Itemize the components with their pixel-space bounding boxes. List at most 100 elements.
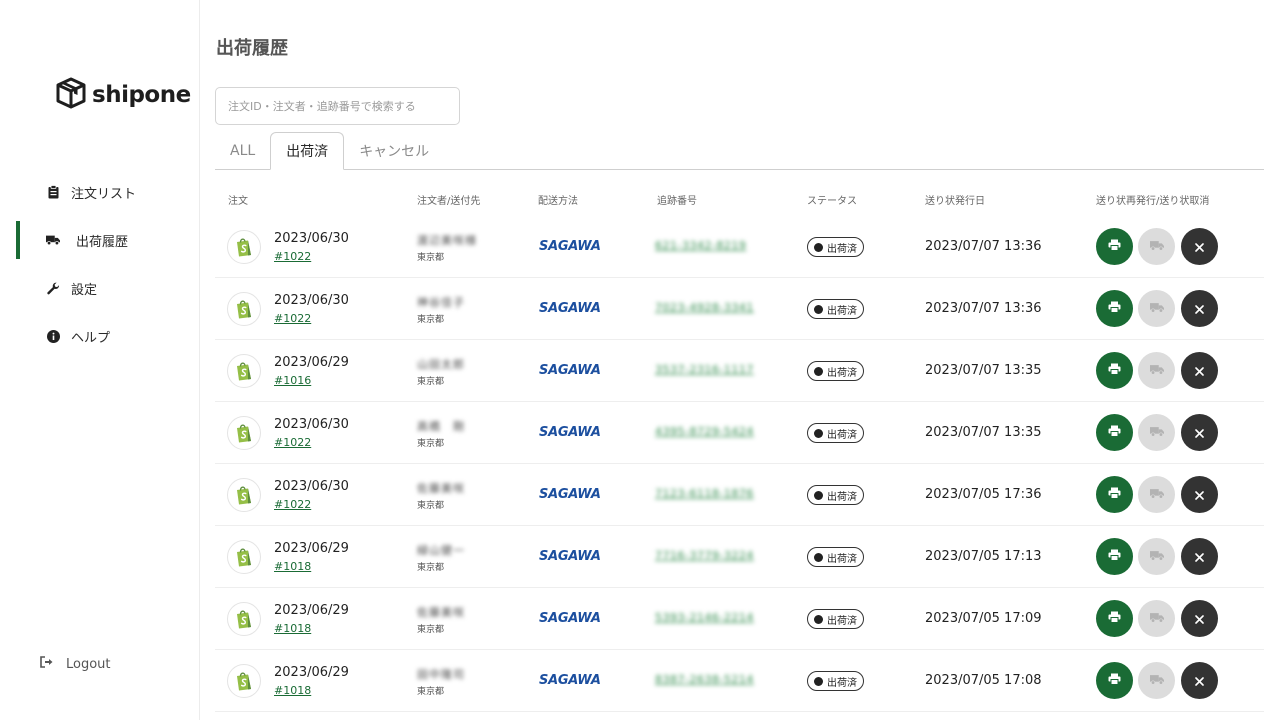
customer-name: 神谷佳子 — [417, 296, 465, 309]
status-badge: 出荷済 — [807, 609, 864, 629]
order-id-link[interactable]: #1018 — [274, 622, 311, 635]
tracking-number-link[interactable]: 3537-2316-1117 — [655, 363, 754, 376]
printer-icon — [1108, 549, 1121, 564]
cancel-label-button[interactable] — [1181, 600, 1218, 637]
cancel-label-button[interactable] — [1181, 290, 1218, 327]
search-input[interactable] — [215, 87, 460, 125]
tab-all[interactable]: ALL — [215, 132, 270, 169]
status-badge: 出荷済 — [807, 361, 864, 381]
ship-button-disabled[interactable] — [1138, 352, 1175, 389]
customer-name: 渡辺美咲様 — [417, 234, 477, 247]
reissue-label-button[interactable] — [1096, 476, 1133, 513]
tracking-number-link[interactable]: 621-3342-8219 — [655, 239, 746, 252]
sidebar-item-help[interactable]: ヘルプ — [0, 312, 199, 360]
tracking-number-link[interactable]: 5393-2146-2214 — [655, 611, 754, 624]
cancel-label-button[interactable] — [1181, 228, 1218, 265]
printer-icon — [1108, 239, 1121, 254]
status-dot-icon — [814, 490, 823, 500]
status-label: 出荷済 — [827, 553, 857, 565]
carrier-logo: SAGAWA — [539, 487, 601, 502]
shopify-bag-icon — [227, 292, 261, 326]
status-dot-icon — [814, 428, 823, 438]
printer-icon — [1108, 487, 1121, 502]
ship-button-disabled[interactable] — [1138, 600, 1175, 637]
issued-date: 2023/07/05 17:08 — [925, 673, 1042, 688]
sidebar-item-label: ヘルプ — [71, 330, 111, 346]
tracking-number-link[interactable]: 4395-8729-5424 — [655, 425, 754, 438]
tab-shipped[interactable]: 出荷済 — [270, 132, 345, 170]
sidebar-item-label: 出荷履歴 — [76, 234, 129, 250]
info-icon — [46, 329, 60, 343]
status-label: 出荷済 — [827, 677, 857, 689]
tab-bar: ALL 出荷済 キャンセル — [215, 132, 1264, 170]
cancel-label-button[interactable] — [1181, 662, 1218, 699]
truck-icon — [1149, 611, 1164, 626]
reissue-label-button[interactable] — [1096, 538, 1133, 575]
table-header: 注文 注文者/送付先 配送方法 追跡番号 ステータス 送り状発行日 送り状再発行… — [215, 186, 1264, 210]
status-dot-icon — [814, 676, 823, 686]
order-id-link[interactable]: #1018 — [274, 684, 311, 697]
order-id-link[interactable]: #1016 — [274, 374, 311, 387]
tracking-number-link[interactable]: 8387-2638-5214 — [655, 673, 754, 686]
close-icon — [1195, 549, 1204, 565]
sidebar-item-order-list[interactable]: 注文リスト — [0, 168, 199, 216]
shopify-bag-icon — [227, 478, 261, 512]
cancel-label-button[interactable] — [1181, 414, 1218, 451]
printer-icon — [1108, 425, 1121, 440]
order-id-link[interactable]: #1018 — [274, 560, 311, 573]
ship-button-disabled[interactable] — [1138, 662, 1175, 699]
cancel-label-button[interactable] — [1181, 538, 1218, 575]
reissue-label-button[interactable] — [1096, 414, 1133, 451]
order-date: 2023/06/30 — [274, 479, 349, 494]
sidebar-item-shipping-history[interactable]: 出荷履歴 — [0, 216, 199, 264]
carrier-logo: SAGAWA — [539, 611, 601, 626]
customer-name: 佐藤美咲 — [417, 482, 465, 495]
customer-name: 田中隆司 — [417, 668, 465, 681]
shopify-bag-icon — [227, 540, 261, 574]
order-id-link[interactable]: #1022 — [274, 250, 311, 263]
truck-icon — [46, 233, 60, 247]
sidebar-item-settings[interactable]: 設定 — [0, 264, 199, 312]
reissue-label-button[interactable] — [1096, 290, 1133, 327]
ship-button-disabled[interactable] — [1138, 290, 1175, 327]
reissue-label-button[interactable] — [1096, 600, 1133, 637]
truck-icon — [1149, 487, 1164, 502]
sidebar-nav: 注文リスト 出荷履歴 設定 ヘルプ — [0, 168, 199, 360]
close-icon — [1195, 611, 1204, 627]
order-id-link[interactable]: #1022 — [274, 498, 311, 511]
ship-button-disabled[interactable] — [1138, 414, 1175, 451]
reissue-label-button[interactable] — [1096, 662, 1133, 699]
carrier-logo: SAGAWA — [539, 363, 601, 378]
customer-prefecture: 東京都 — [417, 687, 445, 697]
table-row: 2023/06/30 #1022 高橋 剛 東京都 SAGAWA 4395-87… — [215, 402, 1264, 464]
logout-button[interactable]: Logout — [40, 656, 111, 672]
status-badge: 出荷済 — [807, 485, 864, 505]
order-date: 2023/06/30 — [274, 417, 349, 432]
logo-text: shipone — [92, 82, 191, 108]
logo[interactable]: shipone — [54, 76, 191, 114]
shipment-table-body: 2023/06/30 #1022 渡辺美咲様 東京都 SAGAWA 621-33… — [215, 216, 1264, 712]
customer-prefecture: 東京都 — [417, 501, 445, 511]
customer-prefecture: 東京都 — [417, 563, 445, 573]
tracking-number-link[interactable]: 7716-3779-3224 — [655, 549, 754, 562]
order-id-link[interactable]: #1022 — [274, 312, 311, 325]
status-dot-icon — [814, 304, 823, 314]
reissue-label-button[interactable] — [1096, 352, 1133, 389]
ship-button-disabled[interactable] — [1138, 476, 1175, 513]
ship-button-disabled[interactable] — [1138, 538, 1175, 575]
tracking-number-link[interactable]: 7023-4928-3341 — [655, 301, 754, 314]
tracking-number-link[interactable]: 7123-6118-1876 — [655, 487, 754, 500]
close-icon — [1195, 487, 1204, 503]
order-id-link[interactable]: #1022 — [274, 436, 311, 449]
cancel-label-button[interactable] — [1181, 352, 1218, 389]
reissue-label-button[interactable] — [1096, 228, 1133, 265]
cancel-label-button[interactable] — [1181, 476, 1218, 513]
carrier-logo: SAGAWA — [539, 239, 601, 254]
carrier-logo: SAGAWA — [539, 301, 601, 316]
customer-prefecture: 東京都 — [417, 625, 445, 635]
customer-prefecture: 東京都 — [417, 253, 445, 263]
order-date: 2023/06/29 — [274, 603, 349, 618]
column-header-issued-date: 送り状発行日 — [925, 196, 985, 207]
ship-button-disabled[interactable] — [1138, 228, 1175, 265]
tab-cancelled[interactable]: キャンセル — [344, 132, 444, 169]
